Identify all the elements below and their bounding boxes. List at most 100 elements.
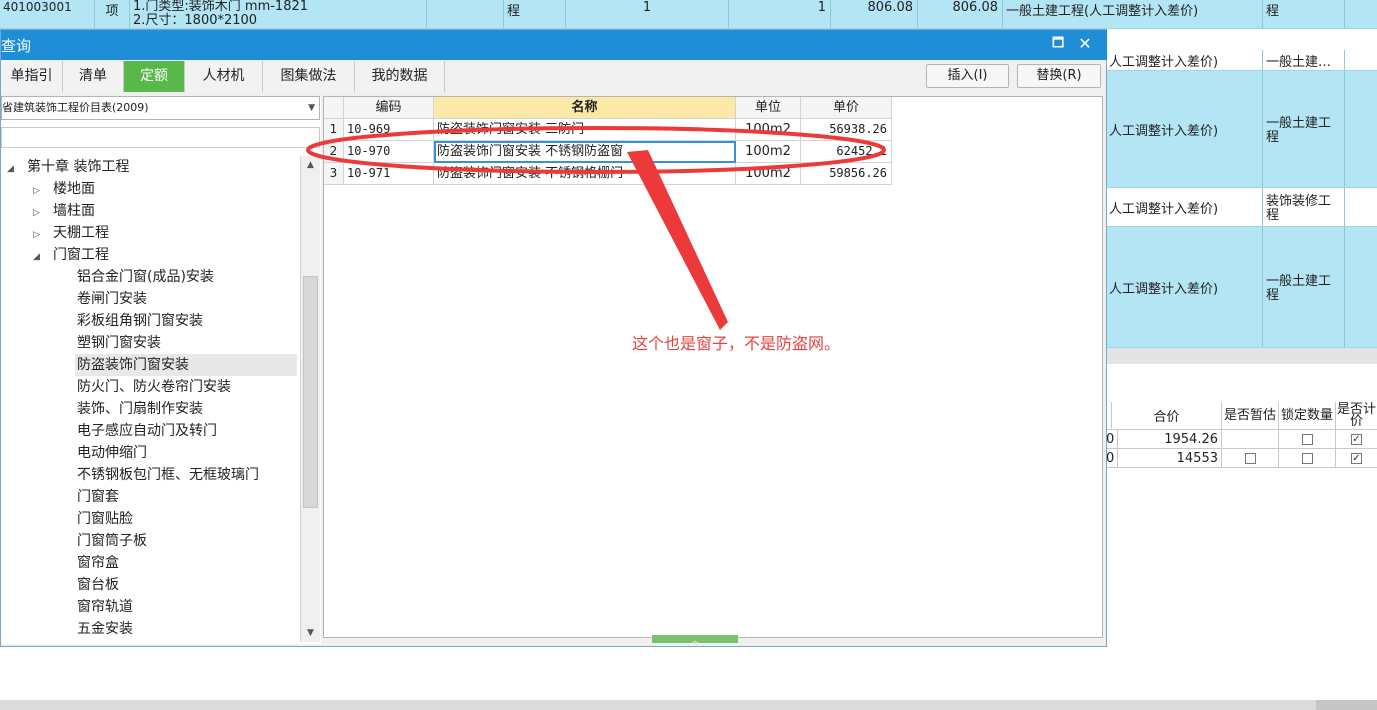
tree-leaf[interactable]: 门窗筒子板 — [77, 530, 147, 552]
tree-leaf[interactable]: 塑钢门窗安装 — [77, 332, 161, 354]
row-price[interactable]: 56938.26 — [801, 119, 892, 141]
tree-leaf[interactable]: 铝合金门窗(成品)安装 — [77, 266, 214, 288]
priced-cell: ✓ — [1336, 449, 1377, 467]
item-category: 程 — [504, 0, 566, 28]
price-row[interactable]: 0 1954.26 ✓ — [1106, 430, 1377, 449]
priced-checkbox[interactable]: ✓ — [1351, 433, 1362, 445]
item-qty1: 1 — [566, 0, 729, 28]
tab-my-data[interactable]: 我的数据 — [355, 61, 445, 92]
tree-leaf[interactable]: 不锈钢板包门框、无框玻璃门 — [77, 464, 259, 486]
estimate-checkbox[interactable] — [1244, 452, 1256, 464]
tree-leaf-selected[interactable]: 防盗装饰门窗安装 — [75, 354, 297, 376]
tab-materials[interactable]: 人材机 — [185, 61, 263, 92]
tree-node[interactable]: ▷ 墙柱面 — [33, 200, 95, 222]
tree-leaf[interactable]: 窗台板 — [77, 574, 119, 596]
expand-icon[interactable]: ▷ — [33, 180, 45, 202]
scroll-thumb[interactable] — [1316, 700, 1377, 710]
tree-leaf[interactable]: 装饰、门扇制作安装 — [77, 398, 203, 420]
tree-node[interactable]: ▷ 天棚工程 — [33, 222, 109, 244]
row-code[interactable]: 10-969 — [344, 119, 434, 141]
desc-line-1: 1.门类型:装饰木门 mm-1821 — [133, 0, 309, 14]
row-name[interactable]: 防盗装饰门窗安装 不锈钢格栅门 — [434, 163, 736, 185]
horizontal-scrollbar[interactable] — [1106, 348, 1377, 364]
scroll-up-icon[interactable]: ▲ — [301, 156, 320, 174]
scroll-thumb[interactable] — [303, 276, 318, 508]
tree-leaf[interactable]: 门窗套 — [77, 486, 119, 508]
lock-checkbox[interactable] — [1301, 433, 1313, 445]
tab-quota[interactable]: 定额 — [124, 61, 185, 92]
row-unit[interactable]: 100m2 — [736, 119, 801, 141]
tree-node-label: 墙柱面 — [53, 203, 95, 219]
row-price[interactable]: 59856.26 — [801, 163, 892, 185]
blank-cell — [427, 0, 504, 28]
insert-button[interactable]: 插入(I) — [926, 64, 1009, 88]
tab-list-guide[interactable]: 单指引 — [1, 61, 63, 92]
priced-checkbox[interactable]: ✓ — [1351, 452, 1362, 464]
lock-cell — [1279, 430, 1336, 448]
collapse-icon[interactable]: ◢ — [7, 158, 19, 180]
header-price[interactable]: 单价 — [801, 97, 892, 119]
tree-leaf[interactable]: 电动伸缩门 — [77, 442, 147, 464]
tree-node[interactable]: ▷ 楼地面 — [33, 178, 95, 200]
annotation-text: 这个也是窗子，不是防盗网。 — [632, 334, 841, 353]
row-prefix: 0 — [1106, 449, 1118, 467]
tree-leaf[interactable]: 窗帘轨道 — [77, 596, 133, 618]
tree-node[interactable]: ◢ 门窗工程 — [33, 244, 109, 266]
grid-corner — [324, 97, 344, 119]
tree-node-label: 门窗工程 — [53, 247, 109, 263]
price-table-header: 合价 是否暂估 锁定数量 是否计价 — [1106, 402, 1377, 430]
chevron-up-icon[interactable]: ︿ — [690, 632, 700, 647]
row-name[interactable]: 防盗装饰门窗安装 三防门 — [434, 119, 736, 141]
price-row[interactable]: 0 14553 ✓ — [1106, 449, 1377, 468]
row-type: 一般土建工程 — [1263, 71, 1345, 187]
maximize-icon[interactable]: 🗖 — [1047, 33, 1069, 55]
scroll-down-icon[interactable]: ▼ — [301, 624, 320, 642]
row-unit[interactable]: 100m2 — [736, 163, 801, 185]
row-name-selected[interactable]: 防盗装饰门窗安装 不锈钢防盗窗 — [434, 141, 736, 163]
header-estimate: 是否暂估 — [1222, 402, 1279, 429]
lock-checkbox[interactable] — [1301, 452, 1313, 464]
row-price[interactable]: 62452.1 — [801, 141, 892, 163]
tree-leaf[interactable]: 窗帘盒 — [77, 552, 119, 574]
row-note: 人工调整计入差价) — [1106, 227, 1263, 347]
header-priced: 是否计价 — [1336, 402, 1376, 429]
priced-cell: ✓ — [1336, 430, 1377, 448]
tree-leaf[interactable]: 电子感应自动门及转门 — [77, 420, 217, 442]
lock-cell — [1279, 449, 1336, 467]
row-code[interactable]: 10-970 — [344, 141, 434, 163]
row-code[interactable]: 10-971 — [344, 163, 434, 185]
tree-leaf[interactable]: 五金安装 — [77, 618, 133, 640]
chevron-down-icon[interactable]: ▼ — [308, 97, 315, 119]
item-code: 401003001 — [0, 0, 95, 28]
quota-tree: ◢ 第十章 装饰工程 ▷ 楼地面 ▷ 墙柱面 ▷ 天棚工程 ◢ 门窗工程 铝合金门窗(成品… — [1, 156, 301, 642]
row-index: 2 — [324, 141, 344, 163]
header-lock-qty: 锁定数量 — [1279, 402, 1336, 429]
row-note: 人工调整计入差价) — [1106, 188, 1263, 226]
tree-leaf[interactable]: 防火门、防火卷帘门安装 — [77, 376, 231, 398]
price-catalog-select[interactable]: 省建筑装饰工程价目表(2009) ▼ — [1, 96, 320, 120]
tab-atlas[interactable]: 图集做法 — [263, 61, 355, 92]
expand-icon[interactable]: ▷ — [33, 224, 45, 246]
tree-search-input[interactable] — [1, 127, 320, 148]
pane-splitter[interactable]: ︿ — [652, 635, 738, 647]
tree-leaf[interactable]: 卷闸门安装 — [77, 288, 147, 310]
row-type: 装饰装修工程 — [1263, 188, 1345, 226]
header-code[interactable]: 编码 — [344, 97, 434, 119]
sheet-row[interactable]: 401003001 项 1.门类型:装饰木门 mm-1821 2.尺寸：1800… — [0, 0, 1377, 29]
row-type: 一般土建… — [1263, 50, 1345, 70]
tree-scrollbar[interactable]: ▲ ▼ — [300, 156, 320, 642]
expand-icon[interactable]: ▷ — [33, 202, 45, 224]
tree-node-root[interactable]: ◢ 第十章 装饰工程 — [7, 156, 129, 178]
collapse-icon[interactable]: ◢ — [33, 246, 45, 268]
item-price1: 806.08 — [831, 0, 918, 28]
row-unit[interactable]: 100m2 — [736, 141, 801, 163]
replace-button[interactable]: 替换(R) — [1017, 64, 1101, 88]
bottom-scrollbar[interactable] — [0, 700, 1377, 710]
header-unit[interactable]: 单位 — [736, 97, 801, 119]
tree-leaf[interactable]: 门窗贴脸 — [77, 508, 133, 530]
tree-leaf[interactable]: 彩板组角钢门窗安装 — [77, 310, 203, 332]
close-icon[interactable]: ✕ — [1074, 33, 1096, 55]
dialog-titlebar[interactable]: 查询 🗖 ✕ — [1, 30, 1107, 60]
header-name[interactable]: 名称 — [434, 97, 736, 119]
tab-bill[interactable]: 清单 — [63, 61, 124, 92]
